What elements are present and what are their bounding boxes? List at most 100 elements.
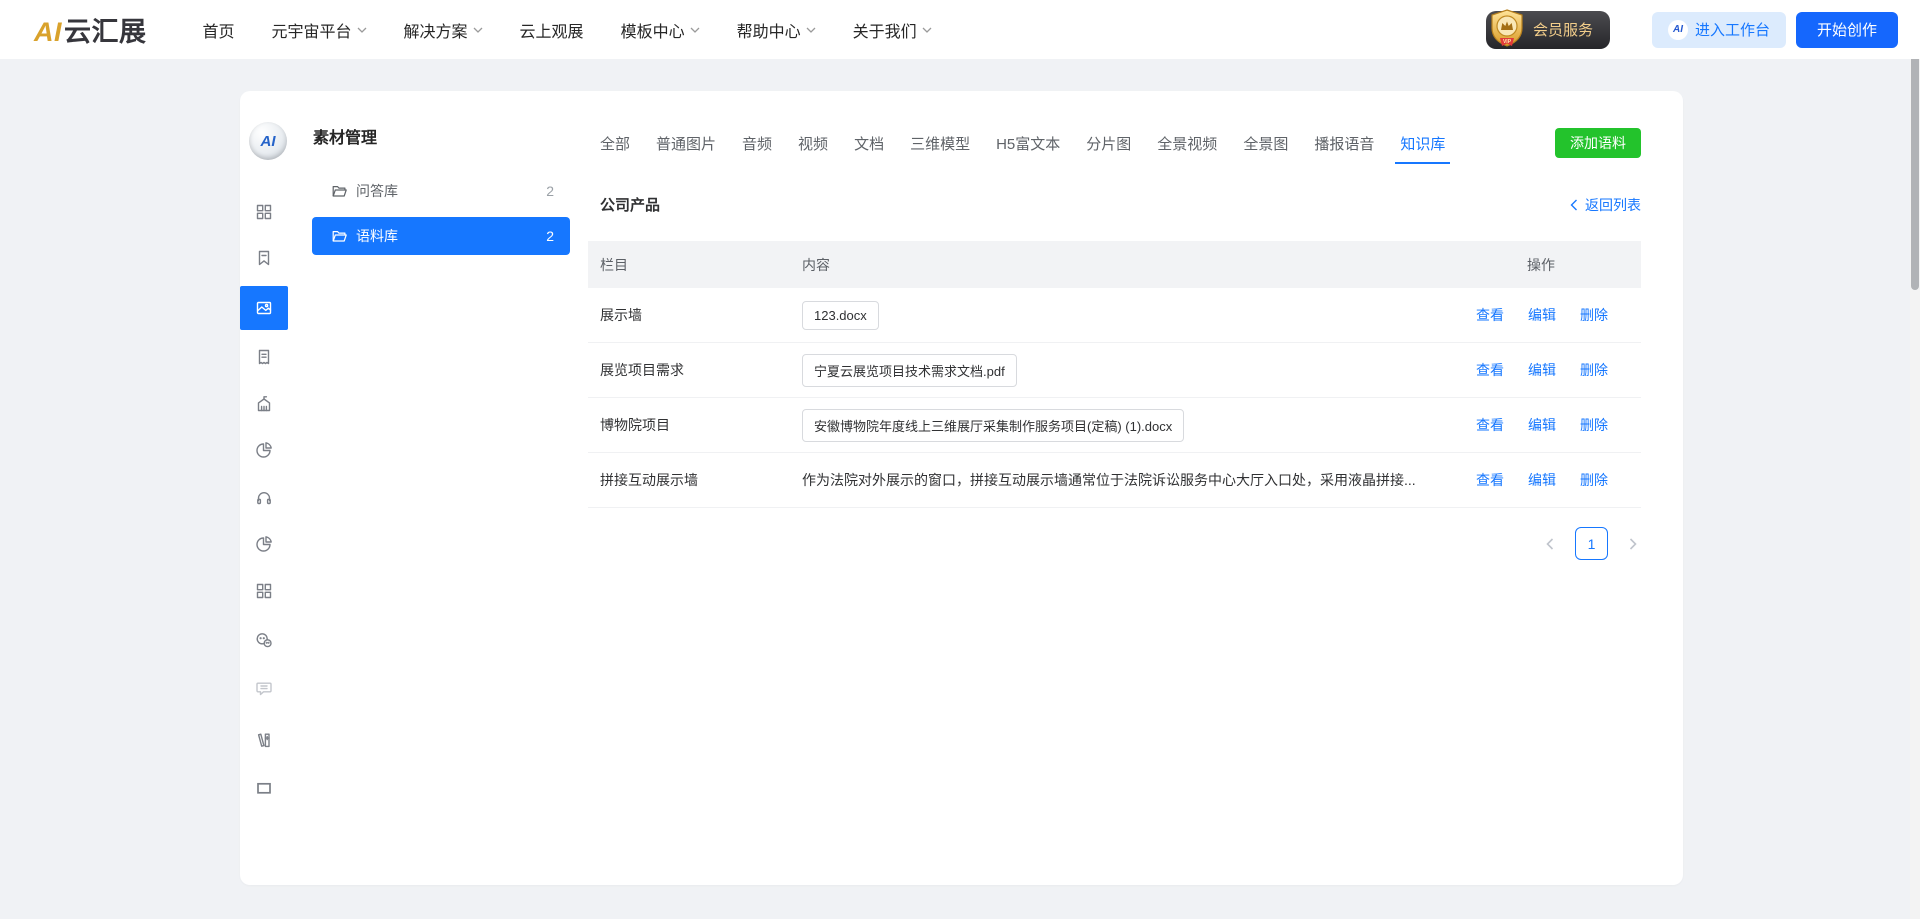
file-chip[interactable]: 123.docx	[802, 301, 879, 330]
chat-faces-icon[interactable]	[254, 630, 274, 650]
start-creating-button[interactable]: 开始创作	[1796, 12, 1898, 48]
member-service-badge[interactable]: VIP 会员服务	[1486, 11, 1610, 49]
tab-knowledge-base[interactable]: 知识库	[1400, 133, 1445, 154]
nav-item-label: 帮助中心	[737, 18, 801, 42]
receipt-icon[interactable]	[254, 347, 274, 367]
nav-item-label: 关于我们	[853, 18, 917, 42]
tab-audio[interactable]: 音频	[742, 133, 772, 154]
cell-category: 博物院项目	[588, 415, 790, 435]
cell-operations: 查看 编辑 删除	[1441, 415, 1641, 435]
chevron-left-icon	[1570, 199, 1578, 211]
action-view[interactable]: 查看	[1476, 305, 1504, 325]
headphones-icon[interactable]	[254, 487, 274, 507]
action-view[interactable]: 查看	[1476, 360, 1504, 380]
action-edit[interactable]: 编辑	[1528, 415, 1556, 435]
nav-item-home[interactable]: 首页	[203, 18, 235, 42]
table-header: 栏目 内容 操作	[588, 241, 1641, 288]
add-corpus-button[interactable]: 添加语料	[1555, 128, 1641, 158]
chevron-down-icon	[806, 27, 816, 33]
action-delete[interactable]: 删除	[1580, 415, 1608, 435]
tab-panorama[interactable]: 全景图	[1243, 133, 1288, 154]
logo-name-text: 云汇展	[64, 10, 147, 49]
pagination: 1	[1544, 527, 1639, 560]
action-view[interactable]: 查看	[1476, 470, 1504, 490]
nav-item-label: 首页	[203, 18, 235, 42]
tab-h5-richtext[interactable]: H5富文本	[996, 133, 1060, 154]
folder-item-corpus-library[interactable]: 语料库2	[312, 217, 570, 255]
start-creating-label: 开始创作	[1817, 19, 1877, 40]
cell-category: 展示墙	[588, 305, 790, 325]
nav-item-cloud-exhibition[interactable]: 云上观展	[520, 18, 584, 42]
folder-item-qa-library[interactable]: 问答库2	[312, 172, 570, 210]
action-delete[interactable]: 删除	[1580, 305, 1608, 325]
cell-operations: 查看 编辑 删除	[1441, 470, 1641, 490]
table-row: 博物院项目安徽博物院年度线上三维展厅采集制作服务项目(定稿) (1).docx 查…	[588, 398, 1641, 453]
pie-chart-icon[interactable]	[254, 534, 274, 554]
main-menu: 首页 元宇宙平台 解决方案 云上观展 模板中心 帮助中心 关于我们	[203, 18, 932, 42]
nav-item-label: 解决方案	[404, 18, 468, 42]
action-delete[interactable]: 删除	[1580, 360, 1608, 380]
cell-category: 拼接互动展示墙	[588, 470, 790, 490]
member-service-label: 会员服务	[1533, 19, 1593, 40]
table-row: 拼接互动展示墙作为法院对外展示的窗口，拼接互动展示墙通常位于法院诉讼服务中心大厅…	[588, 453, 1641, 508]
tab-video[interactable]: 视频	[798, 133, 828, 154]
bookmark-icon[interactable]	[254, 248, 274, 268]
action-edit[interactable]: 编辑	[1528, 470, 1556, 490]
logo-ai-text: AI	[34, 17, 62, 48]
nav-item-label: 云上观展	[520, 18, 584, 42]
cell-content: 123.docx	[790, 301, 1441, 330]
prev-page-button[interactable]	[1544, 537, 1556, 551]
cell-content: 安徽博物院年度线上三维展厅采集制作服务项目(定稿) (1).docx	[790, 409, 1441, 442]
nav-item-help-center[interactable]: 帮助中心	[737, 18, 816, 42]
nav-item-about-us[interactable]: 关于我们	[853, 18, 932, 42]
folder-label: 语料库	[356, 226, 398, 246]
comment-icon[interactable]	[254, 678, 274, 698]
nav-item-template-center[interactable]: 模板中心	[621, 18, 700, 42]
grid-icon[interactable]	[254, 202, 274, 222]
image-icon[interactable]	[240, 286, 288, 330]
folder-count: 2	[546, 183, 554, 199]
page-number-current[interactable]: 1	[1575, 527, 1608, 560]
vip-shield-icon: VIP	[1489, 8, 1525, 51]
chevron-down-icon	[357, 27, 367, 33]
next-page-button[interactable]	[1627, 537, 1639, 551]
page-scrollbar[interactable]	[1910, 0, 1920, 919]
nav-item-solutions[interactable]: 解决方案	[404, 18, 483, 42]
back-to-list-link[interactable]: 返回列表	[1570, 195, 1641, 215]
tab-model-3d[interactable]: 三维模型	[910, 133, 970, 154]
file-chip[interactable]: 安徽博物院年度线上三维展厅采集制作服务项目(定稿) (1).docx	[802, 409, 1184, 442]
tab-document[interactable]: 文档	[854, 133, 884, 154]
workspace-logo-icon: AI	[1668, 20, 1688, 40]
action-delete[interactable]: 删除	[1580, 470, 1608, 490]
tab-normal-image[interactable]: 普通图片	[656, 133, 716, 154]
tab-sliced-image[interactable]: 分片图	[1086, 133, 1131, 154]
file-chip[interactable]: 宁夏云展览项目技术需求文档.pdf	[802, 354, 1017, 387]
enter-workspace-button[interactable]: AI 进入工作台	[1652, 12, 1786, 48]
pie-chart-icon[interactable]	[254, 440, 274, 460]
grid-icon[interactable]	[254, 581, 274, 601]
books-icon[interactable]	[254, 730, 274, 750]
tab-pano-video[interactable]: 全景视频	[1157, 133, 1217, 154]
icon-rail	[240, 91, 288, 885]
column-header-content: 内容	[790, 255, 1441, 275]
column-header-category: 栏目	[588, 255, 790, 275]
window-icon[interactable]	[254, 778, 274, 798]
page-title: 素材管理	[313, 124, 377, 148]
folder-tree: 问答库2语料库2	[312, 172, 570, 262]
museum-icon[interactable]	[254, 394, 274, 414]
app-logo[interactable]: AI 云汇展	[34, 10, 147, 49]
action-view[interactable]: 查看	[1476, 415, 1504, 435]
cell-operations: 查看 编辑 删除	[1441, 360, 1641, 380]
tab-all[interactable]: 全部	[600, 133, 630, 154]
nav-item-metaverse-platform[interactable]: 元宇宙平台	[272, 18, 367, 42]
tab-broadcast-voice[interactable]: 播报语音	[1314, 133, 1374, 154]
folder-icon	[331, 228, 347, 244]
nav-right-cluster: VIP 会员服务 AI 进入工作台 开始创作	[1486, 11, 1898, 49]
section-title: 公司产品	[600, 194, 660, 215]
table-row: 展示墙 123.docx 查看 编辑 删除	[588, 288, 1641, 343]
action-edit[interactable]: 编辑	[1528, 360, 1556, 380]
material-management-panel: AI 素材管理 问答库2语料库2 全部普通图片音频视频文档三维模型H5富文本分片…	[240, 91, 1683, 885]
action-edit[interactable]: 编辑	[1528, 305, 1556, 325]
svg-text:VIP: VIP	[1503, 39, 1512, 45]
cell-content: 作为法院对外展示的窗口，拼接互动展示墙通常位于法院诉讼服务中心大厅入口处，采用液…	[790, 470, 1441, 490]
